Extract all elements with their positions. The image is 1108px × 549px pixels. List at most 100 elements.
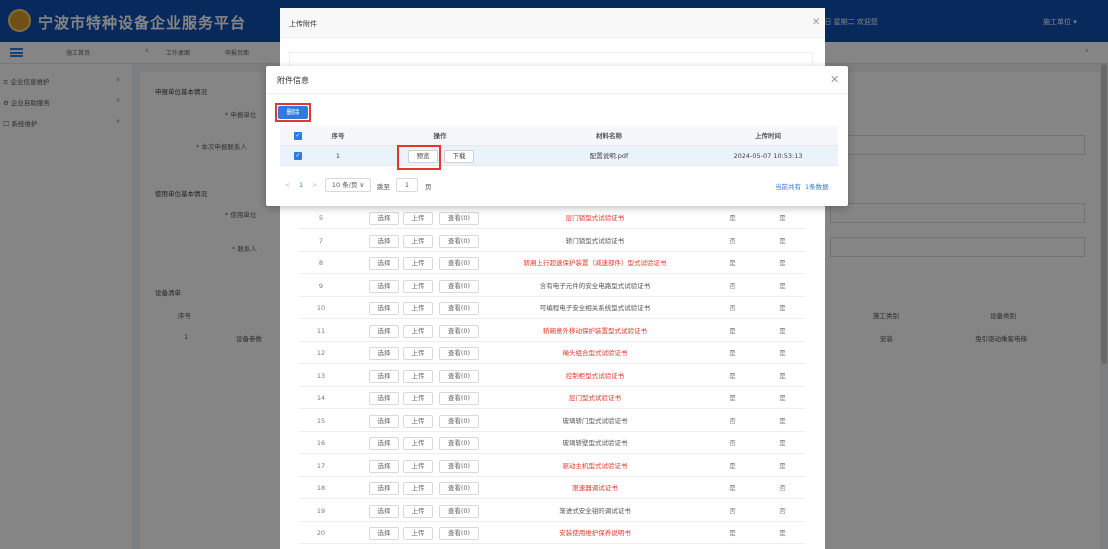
table-row: 12 选择 上传 查看(0) 绳头组合型式试验证书 是 是 (299, 343, 805, 364)
current-page[interactable]: 1 (299, 181, 303, 189)
view-button[interactable]: 查看(0) (439, 392, 479, 405)
select-button[interactable]: 选择 (369, 459, 399, 473)
required-flag: 是 (729, 259, 736, 267)
upload-button[interactable]: 上传 (403, 437, 433, 450)
view-button[interactable]: 查看(0) (439, 437, 479, 450)
jump-page-input[interactable]: 1 (396, 178, 418, 192)
upload-button[interactable]: 上传 (403, 414, 433, 428)
prev-page-icon[interactable]: < (285, 181, 290, 189)
row-seq: 13 (316, 371, 326, 380)
material-name: 含有电子元件的安全电路型式试验证书 (539, 281, 651, 290)
applicable-flag: 是 (779, 394, 786, 402)
required-flag: 是 (729, 371, 736, 380)
required-flag: 是 (729, 484, 736, 492)
row-seq: 20 (316, 529, 326, 537)
select-button[interactable]: 选择 (369, 347, 399, 360)
upload-button[interactable]: 上传 (403, 392, 433, 405)
applicable-flag: 是 (779, 439, 786, 447)
table-row: 13 选择 上传 查看(0) 控制柜型式试验证书 是 是 (299, 365, 805, 387)
row-seq: 9 (318, 281, 324, 290)
highlight-box (397, 145, 441, 170)
download-button[interactable]: 下载 (444, 150, 474, 163)
select-button[interactable]: 选择 (369, 504, 399, 518)
required-flag: 否 (729, 281, 736, 290)
material-name: 轿厢意外移动保护装置型式试验证书 (543, 326, 647, 335)
material-name: 玻璃轿壁型式试验证书 (562, 439, 628, 447)
table-row: 10 选择 上传 查看(0) 可编程电子安全相关系统型式试验证书 否 是 (299, 298, 805, 319)
select-button[interactable]: 选择 (369, 369, 399, 383)
view-button[interactable]: 查看(0) (439, 257, 479, 270)
table-row: 8 选择 上传 查看(0) 轿厢上行超速保护装置（减速部件）型式试验证书 是 是 (299, 253, 805, 274)
upload-button[interactable]: 上传 (403, 527, 433, 540)
applicable-flag: 是 (779, 304, 786, 312)
upload-button[interactable]: 上传 (403, 347, 433, 360)
col-header-seq: 序号 (331, 132, 345, 140)
page-size-select[interactable]: 10 条/页 ∨ (325, 178, 371, 192)
next-page-icon[interactable]: > (312, 181, 317, 189)
view-button[interactable]: 查看(0) (439, 324, 479, 338)
select-button[interactable]: 选择 (369, 482, 399, 495)
row-seq: 1 (335, 152, 341, 160)
upload-button[interactable]: 上传 (403, 234, 433, 248)
select-button[interactable]: 选择 (369, 212, 399, 225)
table-row: 20 选择 上传 查看(0) 安装使用维护保养说明书 是 是 (299, 523, 805, 544)
material-name: 渐进式安全钳的调试证书 (559, 506, 631, 515)
upload-button[interactable]: 上传 (403, 279, 433, 293)
select-button[interactable]: 选择 (369, 527, 399, 540)
material-name: 可编程电子安全相关系统型式试验证书 (539, 304, 651, 312)
pagination: < 1 > 10 条/页 ∨ 跳至 1 页 当前共有 1条数据 (280, 178, 838, 194)
upload-button[interactable]: 上传 (403, 482, 433, 495)
file-name: 配置说明.pdf (589, 152, 629, 160)
row-checkbox[interactable]: ✓ (294, 152, 302, 160)
view-button[interactable]: 查看(0) (439, 459, 479, 473)
view-button[interactable]: 查看(0) (439, 279, 479, 293)
upload-button[interactable]: 上传 (403, 504, 433, 518)
view-button[interactable]: 查看(0) (439, 414, 479, 428)
row-seq: 19 (316, 506, 326, 515)
view-button[interactable]: 查看(0) (439, 504, 479, 518)
applicable-flag: 否 (779, 506, 786, 515)
required-flag: 是 (729, 529, 736, 537)
view-button[interactable]: 查看(0) (439, 212, 479, 225)
applicable-flag: 是 (779, 371, 786, 380)
upload-button[interactable]: 上传 (403, 324, 433, 338)
view-button[interactable]: 查看(0) (439, 234, 479, 248)
row-seq: 18 (316, 484, 326, 492)
material-name: 限速器调试证书 (572, 484, 618, 492)
view-button[interactable]: 查看(0) (439, 527, 479, 540)
select-button[interactable]: 选择 (369, 414, 399, 428)
select-button[interactable]: 选择 (369, 437, 399, 450)
material-name: 安装使用维护保养说明书 (559, 529, 631, 537)
view-button[interactable]: 查看(0) (439, 482, 479, 495)
material-name: 驱动主机型式试验证书 (562, 461, 628, 470)
attachment-info-modal: 附件信息 ✕ 删除 ✓ 序号 操作 材料名称 上传时间 ✓ 1 预览 下载 配置… (266, 66, 848, 206)
view-button[interactable]: 查看(0) (439, 369, 479, 383)
total-prefix: 当前共有 (775, 183, 801, 191)
upload-button[interactable]: 上传 (403, 459, 433, 473)
upload-button[interactable]: 上传 (403, 369, 433, 383)
table-row: 19 选择 上传 查看(0) 渐进式安全钳的调试证书 否 否 (299, 500, 805, 522)
row-seq: 7 (318, 236, 324, 245)
material-name: 轿门锁型式试验证书 (565, 236, 625, 245)
close-icon[interactable]: ✕ (830, 73, 839, 86)
view-button[interactable]: 查看(0) (439, 302, 479, 315)
applicable-flag: 是 (779, 461, 786, 470)
select-all-checkbox[interactable]: ✓ (294, 132, 302, 140)
table-row: 16 选择 上传 查看(0) 玻璃轿壁型式试验证书 否 是 (299, 433, 805, 454)
upload-button[interactable]: 上传 (403, 257, 433, 270)
select-button[interactable]: 选择 (369, 257, 399, 270)
select-button[interactable]: 选择 (369, 279, 399, 293)
delete-button[interactable]: 删除 (278, 106, 308, 119)
page-unit: 页 (425, 183, 432, 191)
view-button[interactable]: 查看(0) (439, 347, 479, 360)
upload-button[interactable]: 上传 (403, 212, 433, 225)
select-button[interactable]: 选择 (369, 234, 399, 248)
material-name: 绳头组合型式试验证书 (562, 349, 628, 357)
col-header-op: 操作 (433, 132, 447, 140)
upload-button[interactable]: 上传 (403, 302, 433, 315)
select-button[interactable]: 选择 (369, 392, 399, 405)
select-button[interactable]: 选择 (369, 324, 399, 338)
close-icon[interactable]: ✕ (812, 17, 820, 28)
applicable-flag: 是 (779, 416, 786, 425)
select-button[interactable]: 选择 (369, 302, 399, 315)
